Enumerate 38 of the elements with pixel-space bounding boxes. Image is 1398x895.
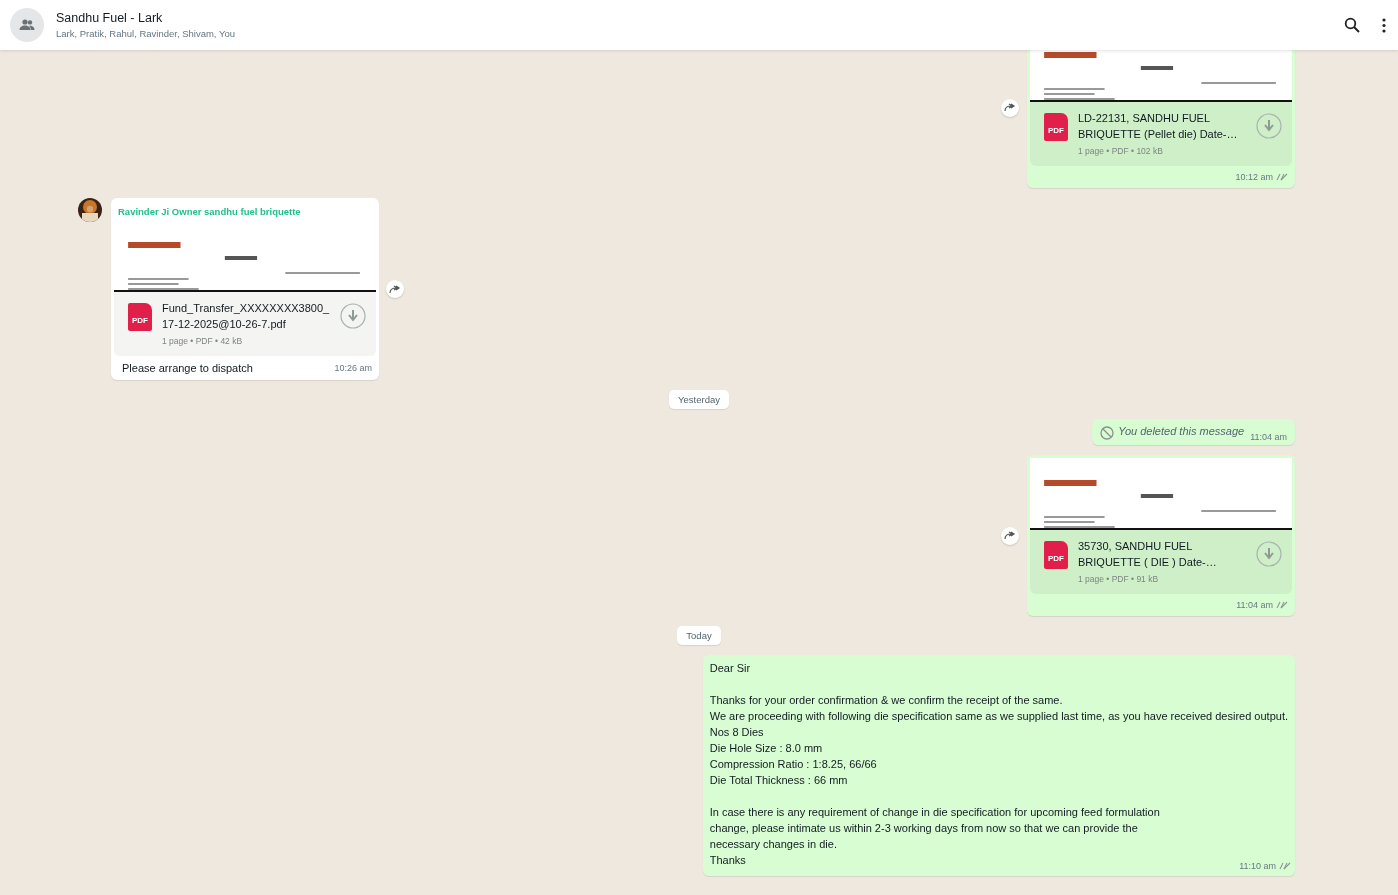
message-paragraph: In case there is any requirement of change in die specification for upcoming feed formulation change, please intimate us within 2-3 working days from now so that we can provide the necessary changes in die. Thanks (709, 805, 1160, 868)
message-text: Please arrange to dispatch (121, 362, 254, 374)
message-time: 10:26 am (334, 363, 372, 373)
sender-name: Ravinder Ji Owner sandhu fuel briquette (117, 205, 302, 219)
forward-icon (389, 284, 401, 294)
file-card[interactable]: PDF LD-22131, SANDHU FUEL BRIQUETTE (Pellet die) Date-… 1 page • PDF • 102 kB (1030, 102, 1292, 166)
file-meta: 1 page • PDF • 102 kB (1078, 146, 1164, 156)
file-name: 35730, SANDHU FUEL BRIQUETTE ( DIE ) Date-… (1078, 539, 1218, 570)
blocked-icon (1100, 425, 1115, 440)
file-card[interactable]: PDF Fund_Transfer_XXXXXXXX3800_17-12-2025@10-26-7.pdf 1 page • PDF • 42 kB (114, 292, 376, 356)
forward-button[interactable] (386, 280, 404, 298)
file-card[interactable]: PDF 35730, SANDHU FUEL BRIQUETTE ( DIE ) Date-… 1 page • PDF • 91 kB (1030, 530, 1292, 594)
forward-button[interactable] (1001, 98, 1019, 117)
file-name: Fund_Transfer_XXXXXXXX3800_17-12-2025@10-26-7.pdf (162, 301, 330, 332)
message-time: 11:10 am (1239, 860, 1276, 873)
message-time: 10:12 am (1235, 172, 1273, 182)
message-paragraph: Dear Sir (709, 661, 751, 676)
message-time: 11:04 am (1236, 600, 1273, 610)
forward-icon (1004, 531, 1016, 540)
download-icon[interactable] (340, 303, 366, 329)
deleted-notice: You deleted this message (1118, 425, 1245, 437)
file-meta: 1 page • PDF • 91 kB (1078, 574, 1160, 584)
forward-icon (1004, 103, 1016, 112)
file-name: LD-22131, SANDHU FUEL BRIQUETTE (Pellet die) Date-… (1078, 111, 1239, 142)
pdf-icon: PDF (128, 303, 152, 331)
forward-button[interactable] (1001, 526, 1019, 545)
menu-icon[interactable] (1382, 17, 1386, 33)
chat-title: Sandhu Fuel - Lark (56, 11, 164, 25)
message-paragraph: Thanks for your order confirmation & we confirm the receipt of the same. We are proceeding with following die specification same as we supplied last time, as you have received desired output. Nos 8 Dies Die Hole Size : 8.0 mm Compression Ratio : 1:8.25, 66/66 Die Total Thickness : 66 mm (709, 693, 1288, 788)
pdf-icon: PDF (1044, 541, 1068, 569)
pdf-icon: PDF (1044, 113, 1068, 141)
message-time: 11:04 am (1250, 432, 1287, 442)
date-chip: Today (677, 626, 721, 645)
member-list: Lark, Pratik, Rahul, Ravinder, Shivam, You (56, 28, 1344, 39)
group-avatar-icon[interactable] (10, 8, 44, 42)
date-chip: Yesterday (669, 390, 729, 409)
file-meta: 1 page • PDF • 42 kB (162, 336, 244, 346)
search-icon[interactable] (1344, 17, 1360, 33)
